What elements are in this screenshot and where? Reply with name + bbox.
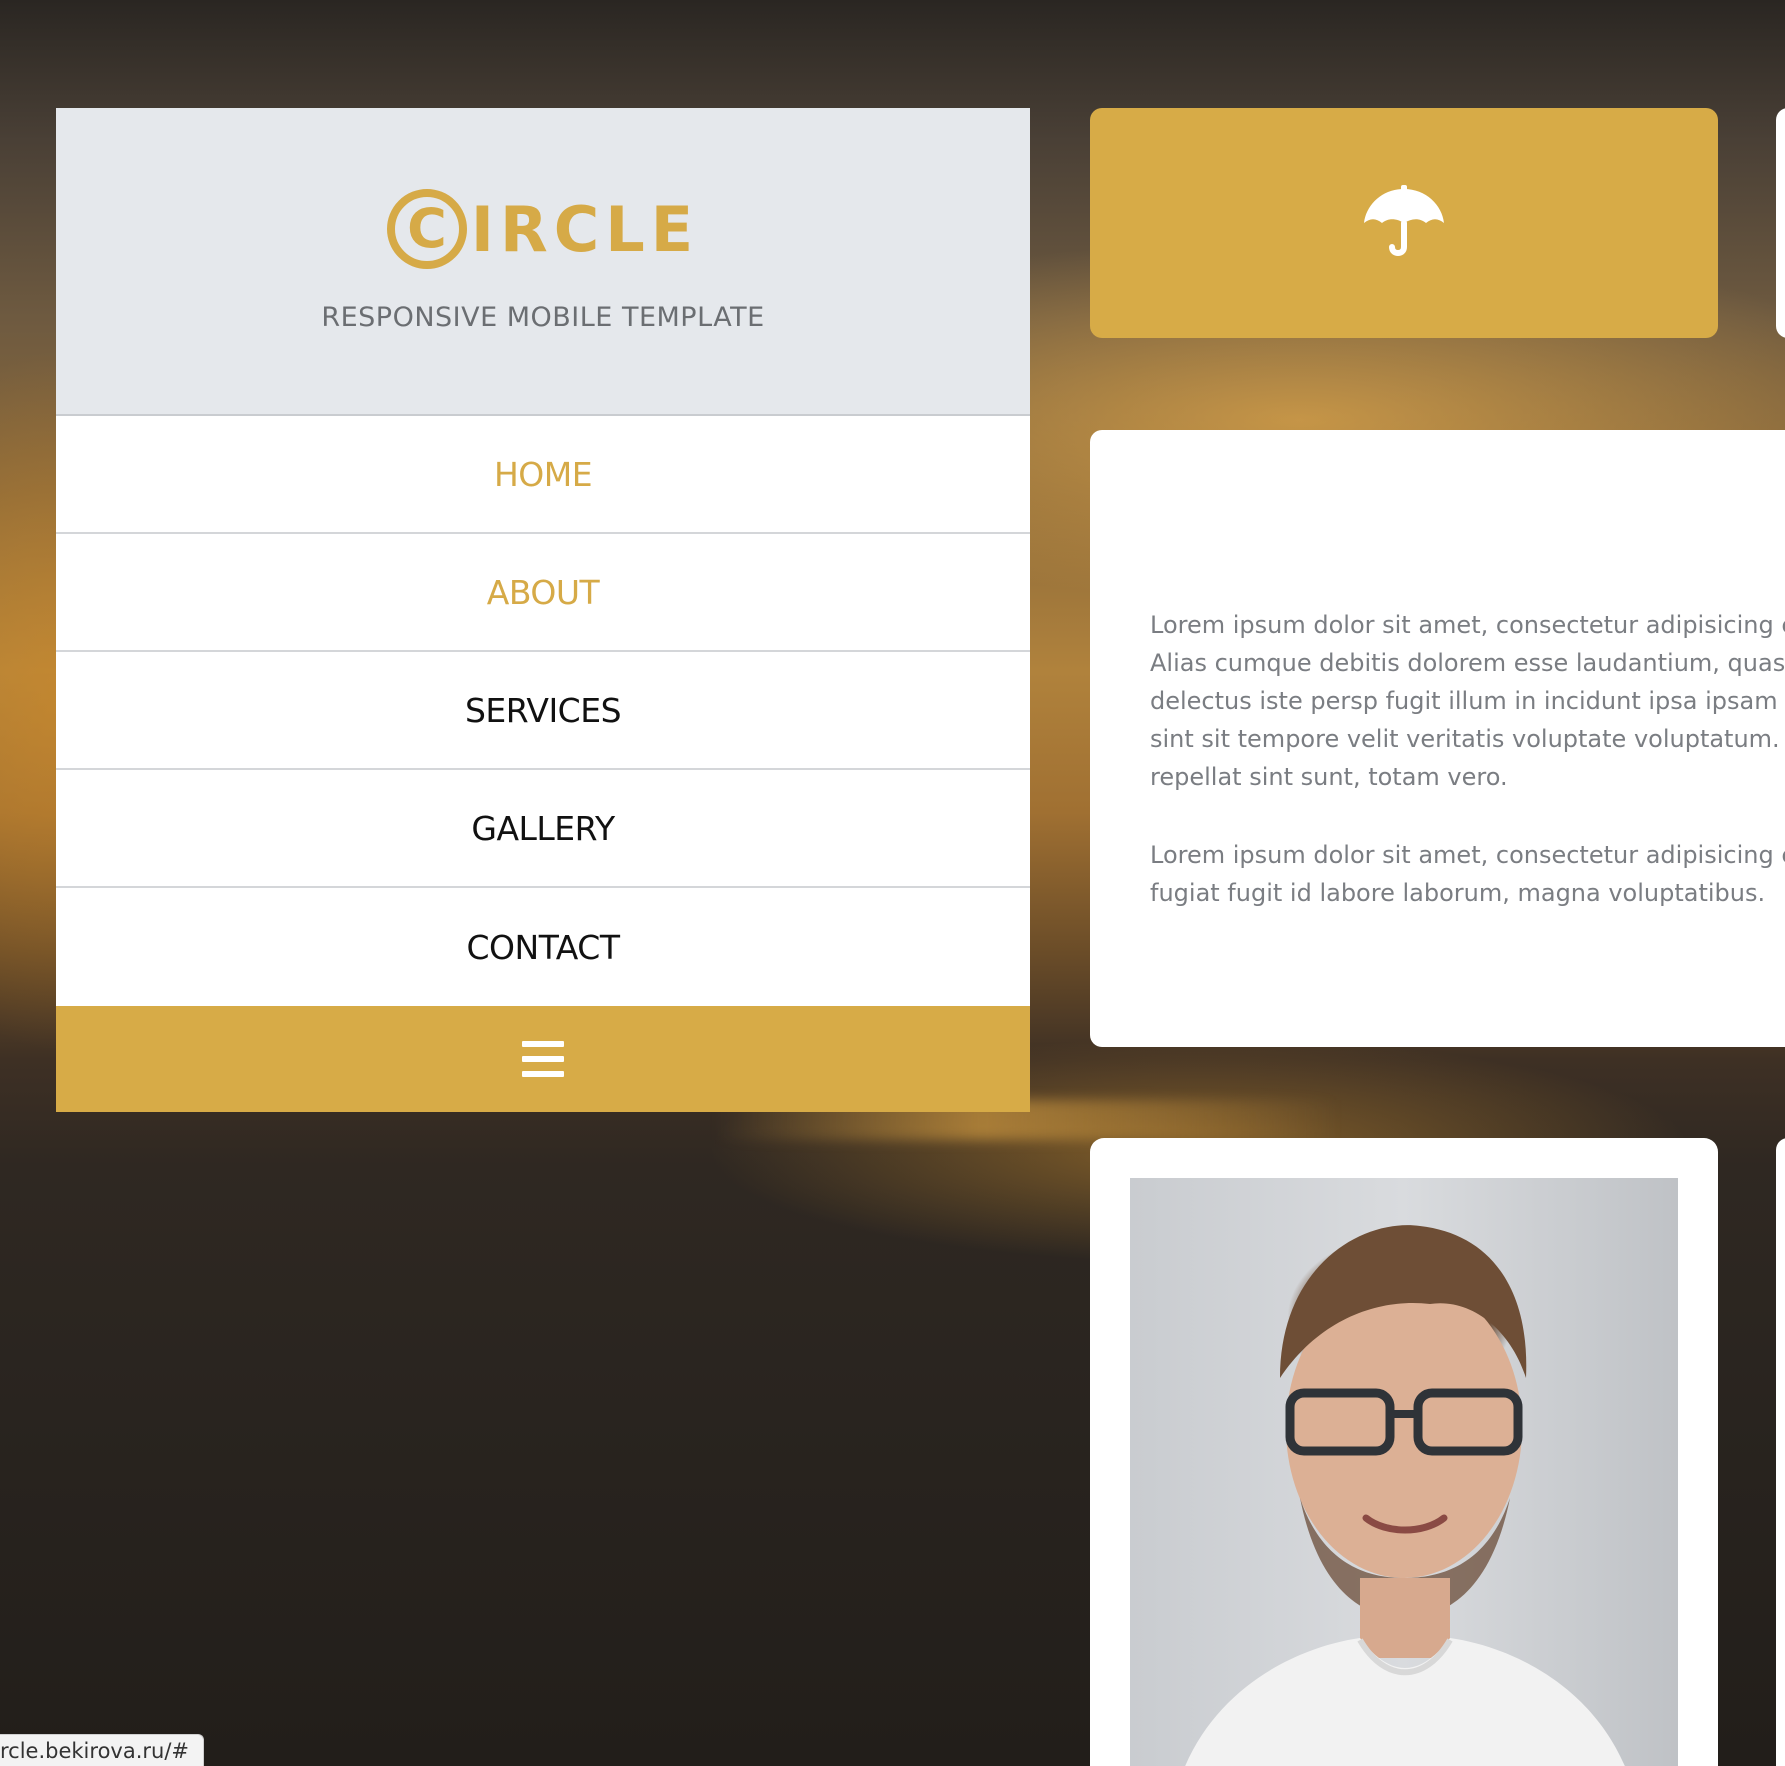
nav-item-label: SERVICES — [464, 690, 622, 730]
profile-card — [1090, 1138, 1718, 1766]
page-background: C IRCLE RESPONSIVE MOBILE TEMPLATE HOME … — [0, 0, 1785, 1766]
nav-item-label: ABOUT — [486, 572, 600, 612]
nav-item-contact[interactable]: CONTACT — [56, 888, 1030, 1006]
profile-photo — [1130, 1178, 1678, 1766]
nav-item-gallery[interactable]: GALLERY — [56, 770, 1030, 888]
logo-circle-mark: C — [386, 189, 467, 269]
site-header: C IRCLE RESPONSIVE MOBILE TEMPLATE — [56, 108, 1030, 416]
status-bar-url: rcle.bekirova.ru/# — [0, 1734, 204, 1766]
adjacent-card-edge — [1776, 108, 1785, 338]
feature-card — [1090, 108, 1718, 338]
logo-text: IRCLE — [470, 192, 700, 266]
hamburger-icon — [522, 1041, 564, 1077]
about-card: Lorem ipsum dolor sit amet, consectetur … — [1090, 430, 1785, 1047]
nav-item-label: GALLERY — [471, 808, 615, 848]
portrait-illustration — [1185, 1225, 1625, 1766]
tagline: RESPONSIVE MOBILE TEMPLATE — [321, 302, 765, 333]
main-navigation: HOME ABOUT SERVICES GALLERY CONTACT — [56, 416, 1030, 1006]
about-paragraph-1: Lorem ipsum dolor sit amet, consectetur … — [1150, 611, 1785, 791]
logo[interactable]: C IRCLE — [56, 108, 1030, 272]
nav-item-services[interactable]: SERVICES — [56, 652, 1030, 770]
logo-letter: C — [407, 197, 447, 260]
nav-item-label: HOME — [493, 454, 593, 494]
nav-item-home[interactable]: HOME — [56, 416, 1030, 534]
menu-toggle-button[interactable] — [56, 1006, 1030, 1112]
umbrella-icon — [1364, 185, 1444, 256]
site-sidebar: C IRCLE RESPONSIVE MOBILE TEMPLATE HOME … — [56, 108, 1030, 1112]
about-paragraph-2: Lorem ipsum dolor sit amet, consectetur … — [1150, 841, 1785, 907]
nav-item-about[interactable]: ABOUT — [56, 534, 1030, 652]
nav-item-label: CONTACT — [466, 927, 621, 967]
adjacent-card-edge — [1776, 1138, 1785, 1766]
